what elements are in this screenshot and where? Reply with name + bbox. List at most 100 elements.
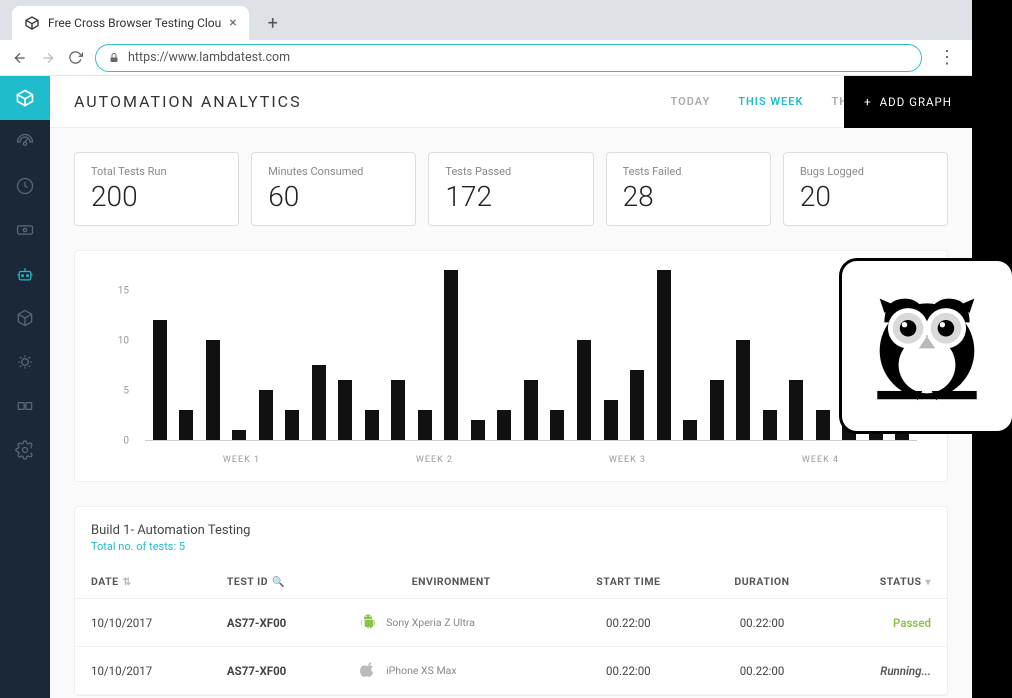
test-count[interactable]: Total no. of tests: 5 bbox=[91, 540, 931, 553]
col-start-time: START TIME bbox=[558, 565, 698, 599]
bar bbox=[577, 340, 591, 440]
kpi-value: 20 bbox=[800, 180, 931, 213]
bar bbox=[418, 410, 432, 440]
chart-plot bbox=[145, 271, 917, 441]
bar bbox=[630, 370, 644, 440]
cell-date: 10/10/2017 bbox=[75, 647, 211, 695]
cell-env: Sony Xperia Z Ultra bbox=[344, 599, 558, 647]
bar bbox=[206, 340, 220, 440]
kpi-label: Total Tests Run bbox=[91, 165, 222, 178]
cell-status: Passed bbox=[826, 599, 947, 647]
browser-window: Free Cross Browser Testing Clou × + http… bbox=[0, 0, 972, 698]
add-graph-button[interactable]: + ADD GRAPH bbox=[844, 76, 972, 128]
bar-chart: 051015 WEEK 1WEEK 2WEEK 3WEEK 4 bbox=[105, 271, 917, 471]
kpi-label: Tests Passed bbox=[445, 165, 576, 178]
browser-menu-icon[interactable]: ⋮ bbox=[934, 47, 960, 68]
sidebar-dashboard[interactable] bbox=[0, 120, 50, 164]
tab-title: Free Cross Browser Testing Clou bbox=[48, 16, 221, 30]
cell-duration: 00.22:00 bbox=[698, 599, 825, 647]
cell-duration: 00.22:00 bbox=[698, 647, 825, 695]
bar bbox=[179, 410, 193, 440]
col-environment: ENVIRONMENT bbox=[344, 565, 558, 599]
sidebar-realtime[interactable] bbox=[0, 208, 50, 252]
bar bbox=[683, 420, 697, 440]
kpi-row: Total Tests Run 200 Minutes Consumed60 Test… bbox=[74, 152, 948, 226]
bar bbox=[524, 380, 538, 440]
bar bbox=[312, 365, 326, 440]
lambdatest-favicon-icon bbox=[24, 15, 40, 31]
table-row[interactable]: 10/10/2017 AS77-XF00 Sony Xperia Z Ultra… bbox=[75, 599, 947, 647]
cell-start: 00.22:00 bbox=[558, 599, 698, 647]
close-tab-icon[interactable]: × bbox=[229, 15, 236, 31]
bar bbox=[391, 380, 405, 440]
kpi-card: Minutes Consumed60 bbox=[251, 152, 416, 226]
back-button[interactable] bbox=[12, 50, 28, 66]
sidebar-issues[interactable] bbox=[0, 340, 50, 384]
table-row[interactable]: 10/10/2017 AS77-XF00 iPhone XS Max 00.22… bbox=[75, 647, 947, 695]
reload-button[interactable] bbox=[68, 50, 83, 65]
search-icon: 🔍 bbox=[272, 577, 285, 588]
chart-card: 051015 WEEK 1WEEK 2WEEK 3WEEK 4 bbox=[74, 250, 948, 482]
y-axis: 051015 bbox=[105, 271, 135, 441]
kpi-label: Minutes Consumed bbox=[268, 165, 399, 178]
page-title: AUTOMATION ANALYTICS bbox=[74, 92, 302, 111]
bar bbox=[338, 380, 352, 440]
kpi-card: Bugs Logged 20 bbox=[783, 152, 948, 226]
new-tab-button[interactable]: + bbox=[259, 9, 287, 37]
plus-icon: + bbox=[864, 95, 872, 109]
app-shell: AUTOMATION ANALYTICS TODAY THIS WEEK THI… bbox=[0, 76, 972, 698]
address-bar: https://www.lambdatest.com ⋮ bbox=[0, 40, 972, 76]
sidebar-integrations[interactable] bbox=[0, 384, 50, 428]
bar bbox=[763, 410, 777, 440]
tab-today[interactable]: TODAY bbox=[671, 95, 711, 108]
tests-table: DATE⇅ TEST ID🔍 ENVIRONMENT START TIME DU… bbox=[75, 565, 947, 695]
col-status[interactable]: STATUS▾ bbox=[826, 565, 947, 599]
cell-start: 00.22:00 bbox=[558, 647, 698, 695]
add-graph-label: ADD GRAPH bbox=[880, 95, 952, 109]
build-table-card: Build 1- Automation Testing Total no. of… bbox=[74, 506, 948, 696]
kpi-value: 28 bbox=[623, 180, 754, 213]
browser-tab[interactable]: Free Cross Browser Testing Clou × bbox=[12, 6, 249, 40]
bar bbox=[259, 390, 273, 440]
sidebar-automation[interactable] bbox=[0, 252, 50, 296]
bar bbox=[153, 320, 167, 440]
owl-icon bbox=[856, 275, 998, 417]
bar bbox=[232, 430, 246, 440]
main-panel: AUTOMATION ANALYTICS TODAY THIS WEEK THI… bbox=[50, 76, 972, 698]
topbar: AUTOMATION ANALYTICS TODAY THIS WEEK THI… bbox=[50, 76, 972, 128]
cell-date: 10/10/2017 bbox=[75, 599, 211, 647]
bar bbox=[789, 380, 803, 440]
sort-icon: ⇅ bbox=[123, 577, 132, 588]
sidebar-history[interactable] bbox=[0, 164, 50, 208]
sidebar-logo[interactable] bbox=[0, 76, 50, 120]
y-tick: 15 bbox=[118, 286, 129, 297]
content-area: Total Tests Run 200 Minutes Consumed60 Test… bbox=[50, 128, 972, 698]
kpi-label: Bugs Logged bbox=[800, 165, 931, 178]
forward-button[interactable] bbox=[40, 50, 56, 66]
tab-this-week[interactable]: THIS WEEK bbox=[738, 95, 803, 108]
bar bbox=[604, 400, 618, 440]
bar bbox=[816, 410, 830, 440]
kpi-label: Tests Failed bbox=[623, 165, 754, 178]
col-test-id[interactable]: TEST ID🔍 bbox=[211, 565, 344, 599]
x-label: WEEK 2 bbox=[338, 455, 531, 465]
bar bbox=[550, 410, 564, 440]
lock-icon bbox=[108, 52, 120, 64]
col-date[interactable]: DATE⇅ bbox=[75, 565, 211, 599]
filter-icon: ▾ bbox=[925, 577, 931, 588]
sidebar-settings[interactable] bbox=[0, 428, 50, 472]
y-tick: 5 bbox=[123, 386, 129, 397]
url-input[interactable]: https://www.lambdatest.com bbox=[95, 44, 922, 72]
bar bbox=[444, 270, 458, 440]
y-tick: 10 bbox=[118, 336, 129, 347]
kpi-card: Total Tests Run 200 bbox=[74, 152, 239, 226]
bar bbox=[285, 410, 299, 440]
x-label: WEEK 4 bbox=[724, 455, 917, 465]
bar bbox=[365, 410, 379, 440]
cell-test-id: AS77-XF00 bbox=[211, 599, 344, 647]
cell-env: iPhone XS Max bbox=[344, 647, 558, 695]
bar bbox=[736, 340, 750, 440]
col-duration: DURATION bbox=[698, 565, 825, 599]
sidebar-packages[interactable] bbox=[0, 296, 50, 340]
kpi-value: 200 bbox=[91, 180, 222, 213]
